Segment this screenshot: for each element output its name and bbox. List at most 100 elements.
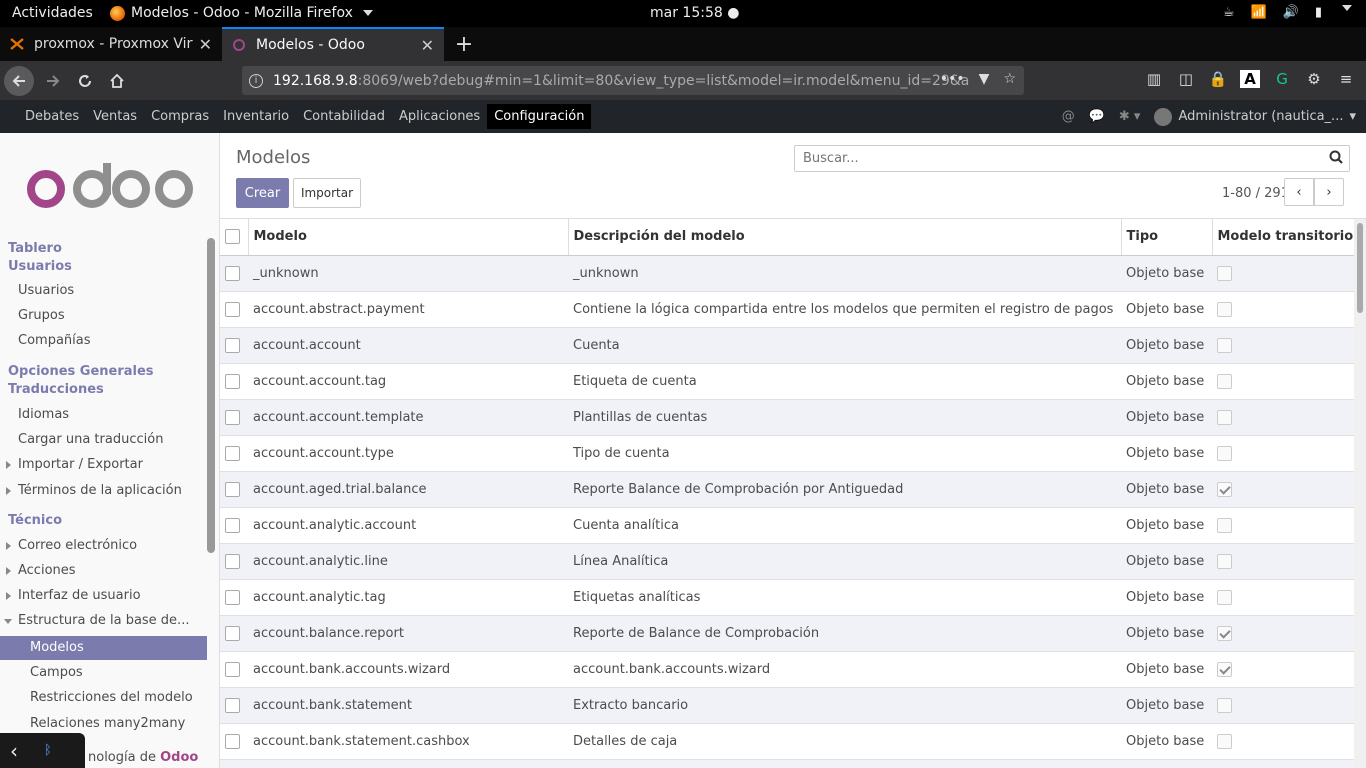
row-checkbox[interactable] (225, 733, 240, 749)
pocket-icon[interactable]: ▼ (979, 71, 990, 87)
select-all-checkbox[interactable] (225, 229, 240, 245)
sidebar-item-usuarios[interactable]: Usuarios (0, 279, 207, 303)
sidebar-item-companias[interactable]: Compañías (0, 329, 207, 353)
row-checkbox[interactable] (225, 553, 240, 569)
sidebar-item-traducciones[interactable]: Traducciones (0, 378, 207, 402)
activities-button[interactable]: Actividades (12, 5, 93, 21)
row-checkbox[interactable] (225, 337, 240, 353)
table-row[interactable]: account.account Cuenta Objeto base (220, 327, 1354, 364)
row-checkbox[interactable] (225, 517, 240, 533)
search-icon[interactable] (1329, 150, 1343, 168)
column-header-descripcion[interactable]: Descripción del modelo (567, 219, 1121, 256)
column-header-modelo[interactable]: Modelo (247, 219, 568, 256)
sidebar-item-terminos[interactable]: Términos de la aplicación (0, 479, 207, 503)
chat-icon[interactable]: 💬 (1089, 109, 1105, 124)
lock-extension-icon[interactable]: 🔒 (1208, 70, 1228, 88)
hamburger-menu-icon[interactable]: ≡ (1336, 70, 1356, 88)
sidebar-item-grupos[interactable]: Grupos (0, 304, 207, 328)
app-menu[interactable]: Modelos - Odoo - Mozilla Firefox (110, 5, 373, 21)
clock[interactable]: mar 15:58 ● (650, 5, 739, 21)
table-row[interactable]: account.abstract.payment Contiene la lógi… (220, 291, 1354, 328)
sidebar-item-interfaz[interactable]: Interfaz de usuario (0, 584, 207, 608)
user-menu[interactable]: Administrator (nautica_... ▾ (1154, 107, 1356, 126)
info-icon[interactable]: i (249, 73, 263, 88)
table-row[interactable]: account.aged.trial.balance Reporte Balanc… (220, 471, 1354, 508)
pager-value[interactable]: 1-80 / 291 (1222, 186, 1289, 201)
new-tab-button[interactable]: + (444, 27, 484, 61)
sidebar-item-idiomas[interactable]: Idiomas (0, 403, 207, 427)
menu-debates[interactable]: Debates (18, 100, 86, 133)
main-scrollbar[interactable] (1354, 219, 1366, 768)
menu-ventas[interactable]: Ventas (86, 100, 144, 133)
row-checkbox[interactable] (225, 589, 240, 605)
sidebar-item-restricciones[interactable]: Restricciones del modelo (0, 686, 207, 710)
sidebar-item-acciones[interactable]: Acciones (0, 559, 207, 583)
sidebar-icon[interactable]: ◫ (1176, 70, 1196, 88)
sidebar-scrollbar[interactable] (207, 238, 215, 553)
debug-bug-icon[interactable]: ✱ ▾ (1119, 109, 1141, 124)
table-row[interactable]: account.bank.statement.cashbox Detalles d… (220, 723, 1354, 760)
row-checkbox[interactable] (225, 445, 240, 461)
menu-contabilidad[interactable]: Contabilidad (296, 100, 392, 133)
home-button[interactable] (102, 66, 132, 96)
forward-button[interactable] (38, 66, 68, 96)
menu-aplicaciones[interactable]: Aplicaciones (392, 100, 487, 133)
row-checkbox[interactable] (225, 661, 240, 677)
table-row[interactable]: account.bank.statement Extracto bancario O… (220, 687, 1354, 724)
column-header-transitorio[interactable]: Modelo transitorio (1211, 219, 1354, 256)
bluetooth-icon[interactable]: ᛒ (44, 743, 52, 758)
row-checkbox[interactable] (225, 265, 240, 281)
sidebar-item-modelos[interactable]: Modelos (0, 636, 207, 660)
pager-next-button[interactable]: › (1314, 178, 1344, 206)
row-checkbox[interactable] (225, 481, 240, 497)
menu-configuracion[interactable]: Configuración (487, 104, 592, 129)
table-row[interactable]: account.balance.report Reporte de Balance… (220, 615, 1354, 652)
create-button[interactable]: Crear (236, 178, 289, 208)
row-checkbox[interactable] (225, 373, 240, 389)
browser-tab-proxmox[interactable]: proxmox - Proxmox Virtua ✕ (0, 27, 222, 61)
table-row[interactable]: account.bank.accounts.wizard account.bank… (220, 651, 1354, 688)
row-checkbox[interactable] (225, 301, 240, 317)
search-input[interactable] (795, 146, 1315, 171)
extension-icon[interactable]: ⚙ (1304, 70, 1324, 88)
reload-button[interactable] (70, 66, 100, 96)
sidebar-item-usuarios-head[interactable]: Usuarios (0, 255, 207, 279)
column-header-tipo[interactable]: Tipo (1120, 219, 1212, 256)
coffee-icon[interactable]: ☕ (1223, 5, 1235, 20)
table-row[interactable]: account.account.tag Etiqueta de cuenta Obj… (220, 363, 1354, 400)
row-checkbox[interactable] (225, 625, 240, 641)
sidebar-item-tecnico[interactable]: Técnico (0, 509, 207, 533)
browser-tab-odoo[interactable]: Modelos - Odoo ✕ (222, 27, 444, 61)
scrollbar-thumb[interactable] (1357, 223, 1363, 313)
table-row[interactable]: _unknown _unknown Objeto base (220, 255, 1354, 292)
menu-compras[interactable]: Compras (144, 100, 216, 133)
menu-inventario[interactable]: Inventario (216, 100, 296, 133)
url-bar[interactable]: i 192.168.9.8 :8069/web?debug#min=1&limi… (242, 66, 1024, 95)
sidebar-item-estructura[interactable]: Estructura de la base de... (0, 609, 207, 633)
close-icon[interactable]: ✕ (199, 35, 212, 54)
import-button[interactable]: Importar (293, 178, 361, 208)
more-actions-icon[interactable]: ••• (940, 71, 965, 87)
font-extension-icon[interactable]: A (1240, 70, 1260, 88)
at-icon[interactable]: @ (1062, 109, 1075, 124)
table-row[interactable]: account.account.type Tipo de cuenta Objeto… (220, 435, 1354, 472)
footer-brand[interactable]: Odoo (160, 750, 198, 765)
row-checkbox[interactable] (225, 409, 240, 425)
grammarly-icon[interactable]: G (1272, 70, 1292, 88)
table-row[interactable]: account.analytic.tag Etiquetas analíticas… (220, 579, 1354, 616)
pager-previous-button[interactable]: ‹ (1284, 178, 1314, 206)
sidebar-item-campos[interactable]: Campos (0, 661, 207, 685)
sidebar-item-cargar-traduccion[interactable]: Cargar una traducción (0, 428, 207, 452)
table-row[interactable] (220, 759, 1354, 768)
table-row[interactable]: account.analytic.account Cuenta analítica… (220, 507, 1354, 544)
table-row[interactable]: account.analytic.line Línea Analítica Obje… (220, 543, 1354, 580)
system-tray[interactable]: ☕ 📶 🔊 ▮ (1223, 5, 1352, 20)
row-checkbox[interactable] (225, 697, 240, 713)
library-icon[interactable]: ▥ (1144, 70, 1164, 88)
chevron-left-icon[interactable]: ‹ (10, 739, 18, 763)
sidebar-item-importar-exportar[interactable]: Importar / Exportar (0, 453, 207, 477)
close-icon[interactable]: ✕ (421, 36, 434, 55)
table-row[interactable]: account.account.template Plantillas de cu… (220, 399, 1354, 436)
sidebar-item-correo[interactable]: Correo electrónico (0, 534, 207, 558)
back-button[interactable] (4, 66, 34, 96)
